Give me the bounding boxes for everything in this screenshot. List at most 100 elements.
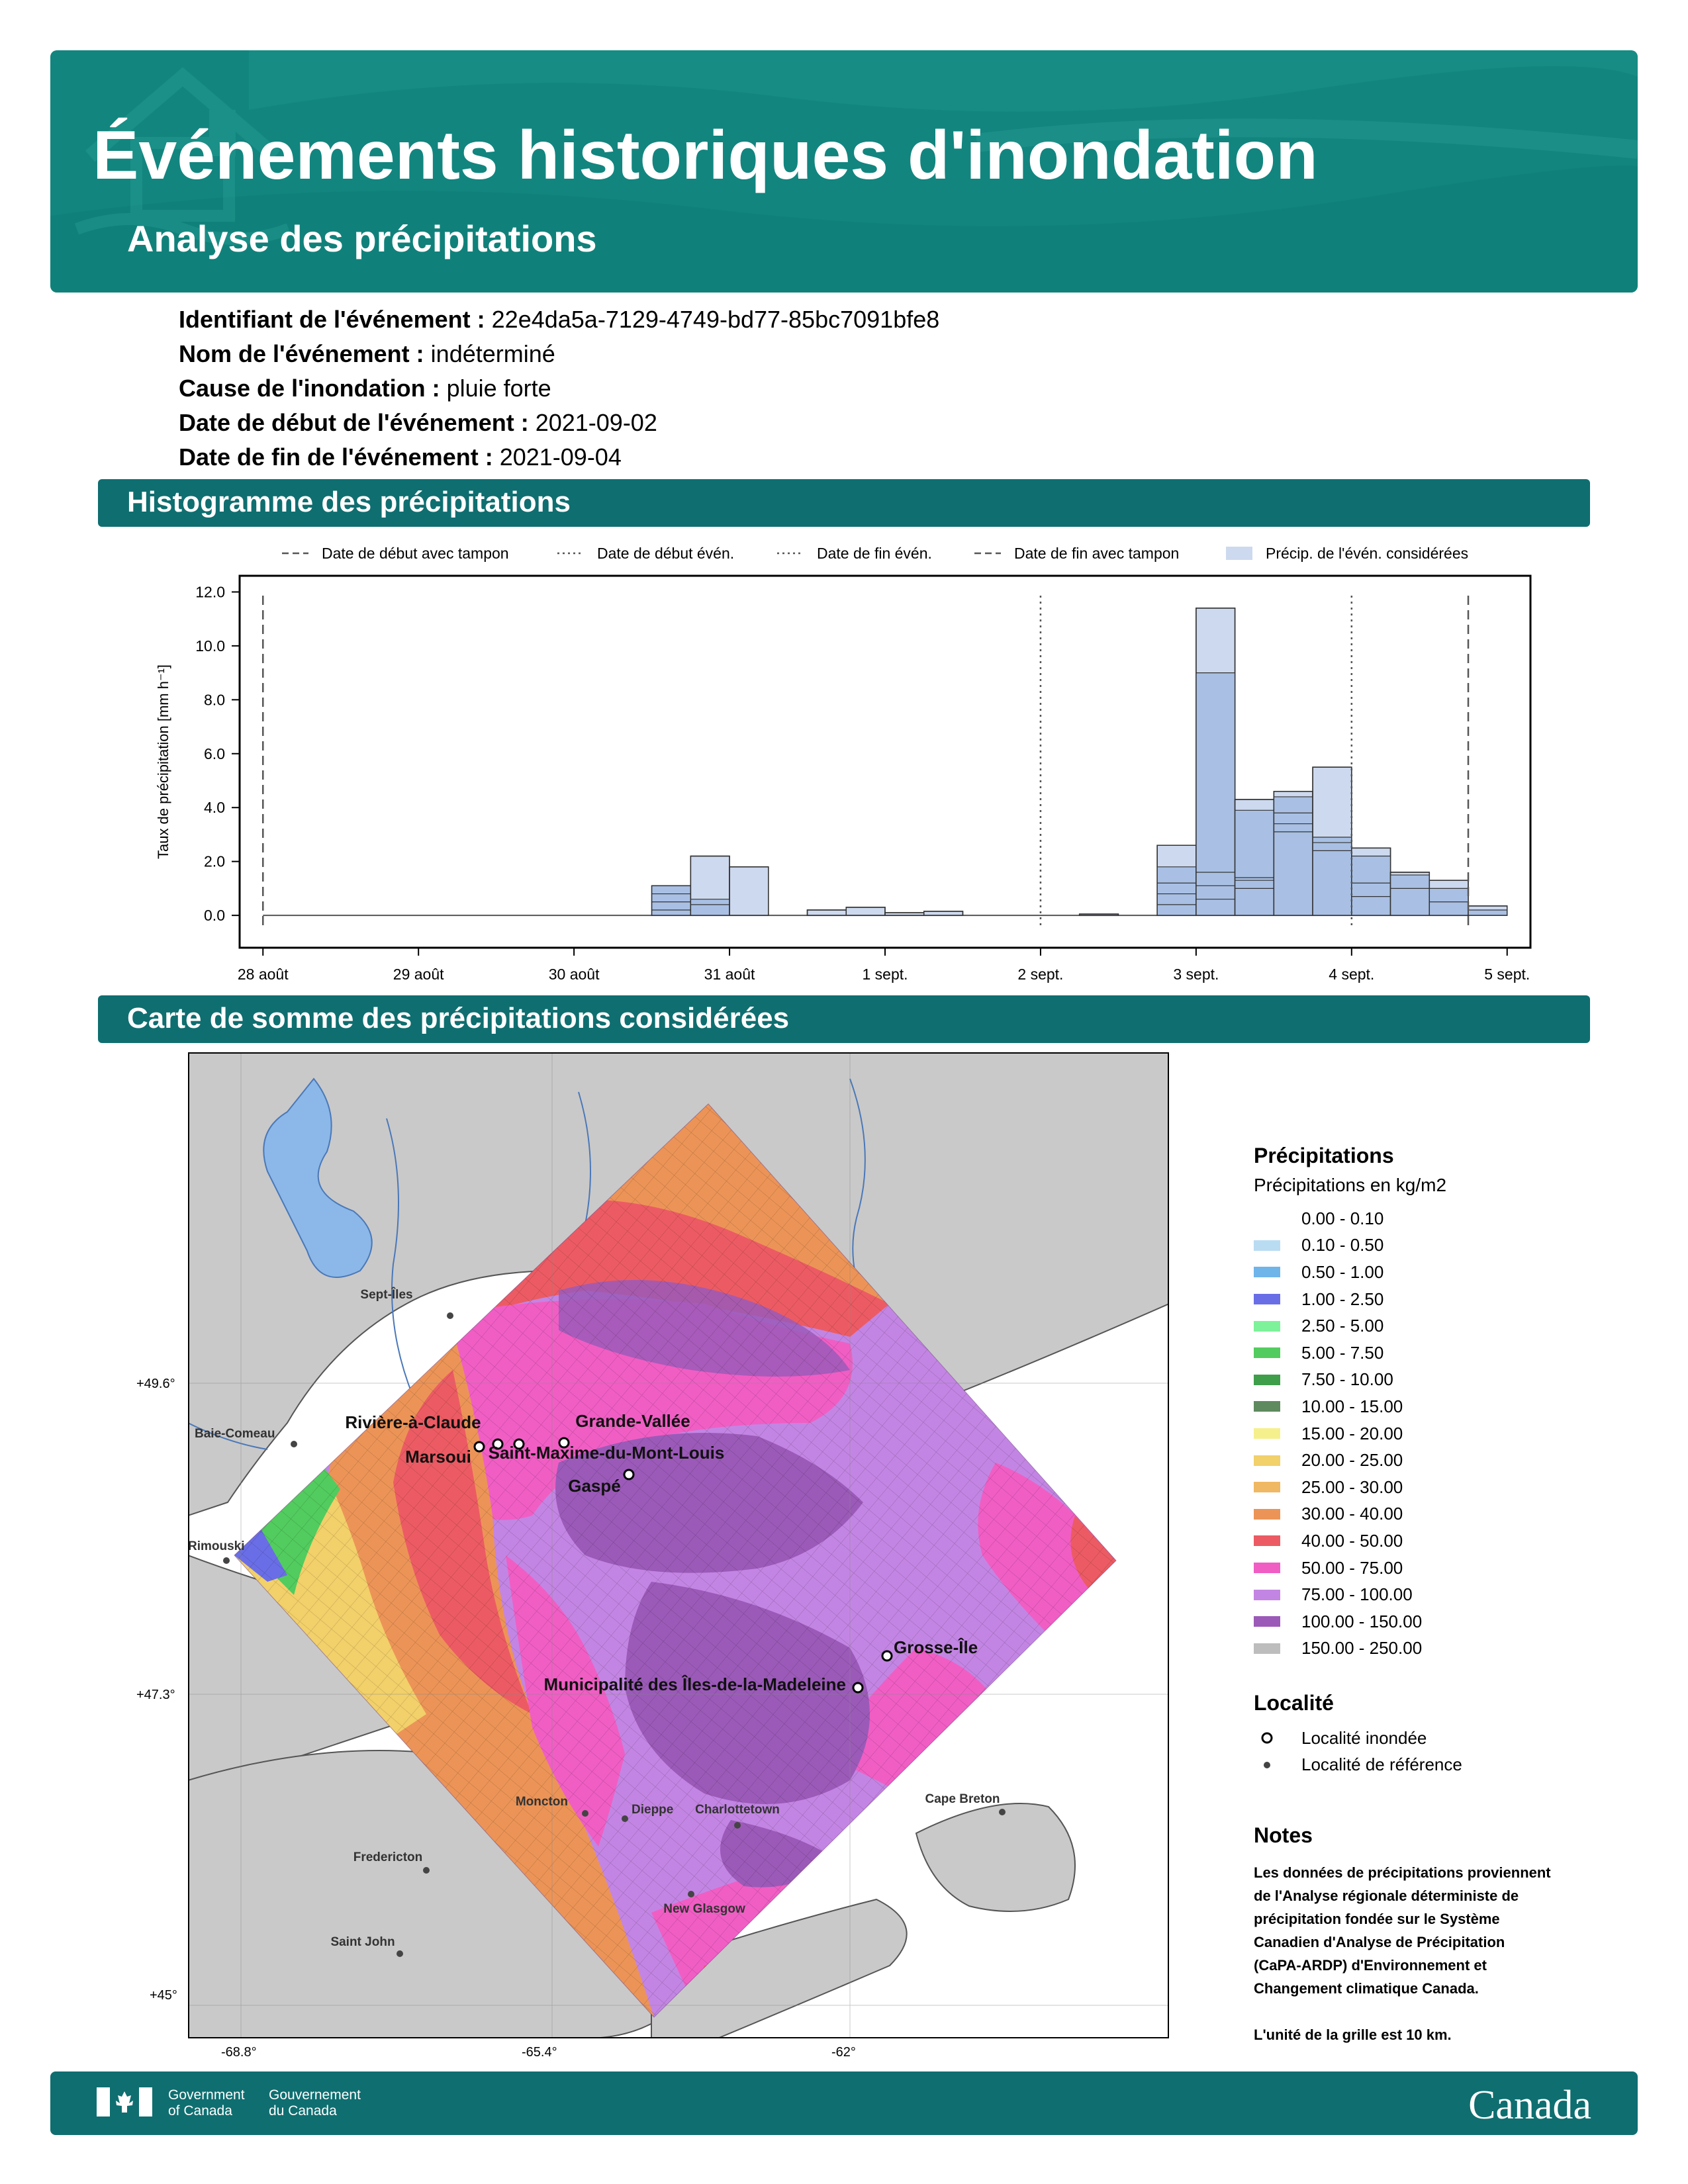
legend-class-label: 100.00 - 150.00	[1301, 1611, 1423, 1631]
flooded-locality-marker	[881, 1650, 893, 1662]
legend-class-item: 50.00 - 75.00	[1254, 1555, 1624, 1582]
notes-line: Changement climatique Canada.	[1254, 1980, 1479, 1997]
lon-label-3: -62°	[831, 2045, 856, 2060]
legend-swatch	[1254, 1482, 1280, 1493]
legend-class-item: 0.00 - 0.10	[1254, 1205, 1624, 1232]
legend-class-label: 5.00 - 7.50	[1301, 1342, 1384, 1363]
histogram-bar-layer	[1390, 875, 1430, 916]
lat-label-3: +45°	[150, 1988, 177, 2003]
reference-locality-label: Sept-Îles	[360, 1287, 412, 1302]
legend-class-label: 0.00 - 0.10	[1301, 1208, 1384, 1228]
reference-locality-label: Charlottetown	[695, 1803, 780, 1817]
legend-class-item: 10.00 - 15.00	[1254, 1393, 1624, 1420]
legend-class-item: 5.00 - 7.50	[1254, 1340, 1624, 1367]
flooded-locality-marker	[852, 1682, 864, 1694]
flooded-locality-label: Saint-Maxime-du-Mont-Louis	[489, 1443, 725, 1463]
legend-class-label: 1.00 - 2.50	[1301, 1289, 1384, 1309]
histogram-plot: 0.0 2.0 4.0 6.0 8.0 10.0 12.0 28 août 29 août 30 …	[155, 574, 1532, 983]
y-tick-label: 4.0	[204, 799, 225, 816]
reference-locality-label: New Glasgow	[663, 1902, 745, 1916]
legend-class-label: 0.10 - 0.50	[1301, 1235, 1384, 1255]
footer-banner: Government of Canada Gouvernement du Can…	[50, 2071, 1638, 2135]
legend-swatch	[1254, 1535, 1280, 1547]
legend-swatch	[1254, 1643, 1280, 1654]
legend-class-item: 150.00 - 250.00	[1254, 1635, 1624, 1662]
gov-en-line2: of Canada	[168, 2103, 232, 2118]
y-tick-label: 12.0	[195, 583, 225, 600]
map-canvas: Sept-Îles Baie-Comeau Rimouski Charlottetow…	[188, 1052, 1169, 2038]
legend-class-label: 10.00 - 15.00	[1301, 1396, 1403, 1416]
legend-swatch	[1254, 1428, 1280, 1439]
legend-class-item: 75.00 - 100.00	[1254, 1581, 1624, 1608]
legend-swatch	[1254, 1213, 1280, 1224]
reference-locality-label: Fredericton	[353, 1850, 423, 1864]
legend-class-label: 2.50 - 5.00	[1301, 1316, 1384, 1336]
histogram-legend-label: Date de début évén.	[597, 545, 734, 562]
map-section-header: Carte de somme des précipitations consid…	[98, 995, 1590, 1043]
gov-en-line1: Government	[168, 2087, 245, 2103]
locality-legend-title: Localité	[1254, 1691, 1334, 1715]
legend-class-item: 40.00 - 50.00	[1254, 1527, 1624, 1555]
histogram-bar-layer	[1351, 856, 1391, 916]
notes-line: (CaPA-ARDP) d'Environnement et	[1254, 1957, 1487, 1974]
reference-locality-label: Baie-Comeau	[195, 1427, 275, 1441]
notes-line: de l'Analyse régionale déterministe de	[1254, 1888, 1519, 1905]
flooded-locality-label: Gaspé	[568, 1476, 621, 1496]
x-tick-label: 4 sept.	[1329, 966, 1374, 983]
lon-label-2: -65.4°	[522, 2045, 557, 2060]
lat-label-1: +49.6°	[136, 1377, 175, 1391]
legend-title: Précipitations	[1254, 1144, 1394, 1167]
flooded-locality-label: Rivière-à-Claude	[345, 1412, 481, 1432]
histogram-bar-layer	[1235, 810, 1274, 916]
x-tick-label: 3 sept.	[1173, 966, 1219, 983]
flooded-locality-marker	[623, 1469, 635, 1480]
reference-locality-marker	[291, 1441, 297, 1447]
legend-swatch	[1254, 1374, 1280, 1385]
reference-locality-marker	[397, 1950, 403, 1957]
canada-wordmark: Canada	[1468, 2083, 1591, 2128]
legend-swatch	[1254, 1294, 1280, 1305]
flooded-locality-marker	[473, 1441, 485, 1453]
reference-locality-label: Dieppe	[632, 1803, 673, 1817]
notes-line: Canadien d'Analyse de Précipitation	[1254, 1934, 1505, 1951]
x-tick-label: 29 août	[393, 966, 444, 983]
legend-patch-icon	[1226, 547, 1252, 560]
grid-unit-note: L'unité de la grille est 10 km.	[1254, 2026, 1452, 2044]
notes-title: Notes	[1254, 1823, 1313, 1848]
legend-class-item: 30.00 - 40.00	[1254, 1501, 1624, 1528]
histogram-bar	[845, 907, 886, 916]
legend-class-label: 75.00 - 100.00	[1301, 1584, 1413, 1605]
legend-swatch	[1254, 1240, 1280, 1251]
x-tick-label: 5 sept.	[1484, 966, 1530, 983]
legend-class-item: 25.00 - 30.00	[1254, 1474, 1624, 1501]
legend-swatch	[1254, 1508, 1280, 1520]
precipitation-map: Sept-Îles Baie-Comeau Rimouski Charlottetow…	[188, 1052, 1169, 2038]
x-tick-label: 28 août	[238, 966, 289, 983]
legend-classes: 0.00 - 0.10 0.10 - 0.50 0.50 - 1.00 1.00 - …	[1254, 1205, 1624, 1662]
histogram-bar-layer	[1196, 672, 1235, 916]
legend-flooded-locality: Localité inondée	[1254, 1725, 1624, 1752]
legend-class-item: 20.00 - 25.00	[1254, 1447, 1624, 1474]
histogram-bar-layer	[651, 886, 691, 916]
legend-swatch	[1254, 1616, 1280, 1627]
legend-class-label: 0.50 - 1.00	[1301, 1261, 1384, 1282]
gov-fr-line1: Gouvernement	[269, 2087, 361, 2103]
histogram-bar	[806, 909, 847, 916]
map-section-title: Carte de somme des précipitations consid…	[127, 1002, 790, 1034]
notes-text: Les données de précipitations proviennen…	[1254, 1861, 1624, 2046]
legend-class-label: 25.00 - 30.00	[1301, 1477, 1403, 1497]
reference-locality-label: Moncton	[516, 1795, 568, 1809]
legend-swatch	[1254, 1563, 1280, 1574]
histogram-legend-label: Date de fin avec tampon	[1014, 545, 1179, 562]
precipitation-histogram: Date de début avec tampon Date de début é…	[155, 545, 1532, 983]
y-tick-label: 0.0	[204, 907, 225, 924]
y-tick-label: 6.0	[204, 745, 225, 762]
canada-flag-icon	[97, 2087, 152, 2116]
legend-class-item: 0.10 - 0.50	[1254, 1232, 1624, 1259]
flooded-locality-label: Grande-Vallée	[575, 1411, 690, 1431]
map-legend: Précipitations Précipitations en kg/m2 0…	[1254, 1144, 1624, 2046]
reference-locality-marker	[734, 1822, 741, 1829]
x-tick-label: 30 août	[549, 966, 600, 983]
gov-fr-line2: du Canada	[269, 2103, 337, 2118]
notes-line: Les données de précipitations proviennen…	[1254, 1864, 1551, 1882]
